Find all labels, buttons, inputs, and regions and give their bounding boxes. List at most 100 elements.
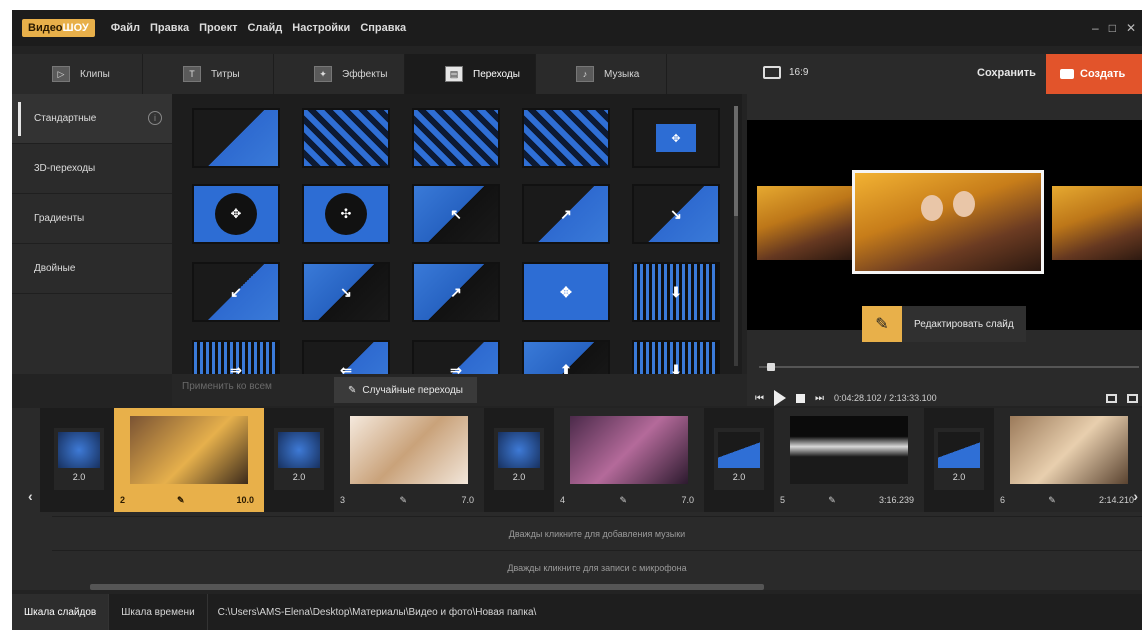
transition-preview xyxy=(938,432,980,468)
transition-thumb[interactable]: ↘ xyxy=(632,184,720,244)
slide-thumbnail xyxy=(1010,416,1128,484)
preview-photo-main xyxy=(852,170,1044,274)
transition-thumb[interactable]: ⬆ xyxy=(522,340,610,374)
pencil-icon[interactable]: ✎ xyxy=(1048,495,1056,506)
tab-titles[interactable]: T Титры xyxy=(143,54,274,94)
chevron-right-icon[interactable]: › xyxy=(1133,488,1138,504)
category-label: 3D-переходы xyxy=(34,163,96,174)
transition-slot[interactable]: 2.0 xyxy=(934,428,984,490)
menu-edit[interactable]: Правка xyxy=(150,22,189,34)
scrollbar-thumb[interactable] xyxy=(734,106,738,216)
minimize-icon[interactable]: ‒ xyxy=(1092,21,1099,35)
apply-to-all-button[interactable]: Применить ко всем xyxy=(182,381,272,392)
window-controls: ‒ □ ✕ xyxy=(1092,21,1136,35)
slide-index: 4 xyxy=(560,495,566,505)
menu-slide[interactable]: Слайд xyxy=(247,22,282,34)
menu-project[interactable]: Проект xyxy=(199,22,237,34)
timeline: ‹ 2.0 2 ✎ 10.0 2.0 3 ✎ 7.0 2.0 4 ✎ 7.0 2.0 5 ✎ 3… xyxy=(12,408,1142,590)
mic-lane[interactable]: Дважды кликните для записи с микрофона xyxy=(52,550,1142,584)
menu-help[interactable]: Справка xyxy=(360,22,406,34)
transition-thumb[interactable] xyxy=(522,108,610,168)
transition-thumb[interactable]: ↙ xyxy=(192,262,280,322)
pencil-icon[interactable]: ✎ xyxy=(399,495,407,506)
transition-slot[interactable]: 2.0 xyxy=(274,428,324,490)
clips-icon: ▷ xyxy=(52,66,70,82)
slide-thumbnail xyxy=(790,416,908,484)
wand-icon: ✎ xyxy=(348,384,357,396)
slide-card[interactable]: 5 ✎ 3:16.239 xyxy=(774,408,924,512)
arrow-icon: ↗ xyxy=(450,283,462,300)
tab-time-scale[interactable]: Шкала времени xyxy=(109,594,208,630)
slide-card[interactable]: 3 ✎ 7.0 xyxy=(334,408,484,512)
seek-bar[interactable] xyxy=(759,363,1139,371)
transition-thumb[interactable] xyxy=(412,108,500,168)
transition-thumb[interactable]: ⬇ xyxy=(632,340,720,374)
tab-slides-scale[interactable]: Шкала слайдов xyxy=(12,594,110,630)
tab-music[interactable]: ♪ Музыка xyxy=(536,54,667,94)
transition-thumb[interactable]: ✥ xyxy=(632,108,720,168)
info-icon[interactable]: i xyxy=(148,111,162,125)
preview-photo-right xyxy=(1052,186,1142,260)
seek-handle[interactable] xyxy=(767,363,775,371)
stop-icon[interactable] xyxy=(796,393,805,403)
transition-thumb[interactable]: ↖ xyxy=(412,184,500,244)
slide-card[interactable]: 6 ✎ 2:14.210 xyxy=(994,408,1142,512)
random-transitions-button[interactable]: ✎ Случайные переходы xyxy=(334,377,477,403)
category-3d[interactable]: 3D-переходы xyxy=(12,144,172,194)
fullscreen-icon[interactable] xyxy=(1127,394,1138,403)
transition-thumb[interactable]: ✥ xyxy=(522,262,610,322)
transition-slot[interactable]: 2.0 xyxy=(714,428,764,490)
transition-thumb[interactable]: ✥ xyxy=(192,184,280,244)
arrow-icon: ↖ xyxy=(450,205,462,222)
previous-icon[interactable]: ⏮ xyxy=(755,393,764,404)
slide-thumbnail xyxy=(130,416,248,484)
music-lane[interactable]: Дважды кликните для добавления музыки xyxy=(52,516,1142,550)
slide-card[interactable]: 4 ✎ 7.0 xyxy=(554,408,704,512)
tab-clips[interactable]: ▷ Клипы xyxy=(12,54,143,94)
transition-thumb[interactable]: ⇒ xyxy=(192,340,280,374)
grid-scrollbar[interactable] xyxy=(734,106,738,366)
slide-index: 5 xyxy=(780,495,786,505)
category-double[interactable]: Двойные xyxy=(12,244,172,294)
tab-label: Эффекты xyxy=(342,68,388,80)
snapshot-icon[interactable] xyxy=(1106,394,1117,403)
transition-thumb[interactable]: ⬇ xyxy=(632,262,720,322)
tab-transitions[interactable]: ▤ Переходы xyxy=(405,54,536,94)
save-button[interactable]: Сохранить xyxy=(977,67,1036,79)
transition-slot[interactable]: 2.0 xyxy=(54,428,104,490)
preview-panel: ✎ Редактировать слайд ⏮ ⏭ 0:04:28.102 / … xyxy=(747,94,1142,406)
timeline-scrollbar[interactable] xyxy=(90,584,764,590)
transition-thumb[interactable]: ✣ xyxy=(302,184,390,244)
pencil-icon[interactable]: ✎ xyxy=(177,495,185,506)
transition-slot[interactable]: 2.0 xyxy=(494,428,544,490)
transition-thumb[interactable]: ↘ xyxy=(302,262,390,322)
tab-label: Титры xyxy=(211,68,240,80)
edit-slide-button[interactable]: ✎ Редактировать слайд xyxy=(862,306,1026,342)
transition-thumb[interactable]: ↗ xyxy=(522,184,610,244)
play-icon[interactable] xyxy=(774,390,786,406)
transition-thumb[interactable]: ⇒ xyxy=(412,340,500,374)
close-icon[interactable]: ✕ xyxy=(1126,21,1136,35)
transition-thumb[interactable]: ⇐ xyxy=(302,340,390,374)
slide-meta: 3 ✎ 7.0 xyxy=(340,495,474,506)
category-gradients[interactable]: Градиенты xyxy=(12,194,172,244)
time-readout: 0:04:28.102 / 2:13:33.100 xyxy=(834,393,937,403)
transition-thumb[interactable] xyxy=(192,108,280,168)
slide-card[interactable]: 2 ✎ 10.0 xyxy=(114,408,264,512)
menu-file[interactable]: Файл xyxy=(111,22,140,34)
tab-effects[interactable]: ✦ Эффекты xyxy=(274,54,405,94)
pencil-icon[interactable]: ✎ xyxy=(619,495,627,506)
pencil-icon[interactable]: ✎ xyxy=(828,495,836,506)
menu-settings[interactable]: Настройки xyxy=(292,22,350,34)
chevron-left-icon[interactable]: ‹ xyxy=(28,488,33,504)
transition-thumb[interactable]: ↗ xyxy=(412,262,500,322)
next-icon[interactable]: ⏭ xyxy=(815,393,824,404)
create-video-button[interactable]: Создать xyxy=(1046,54,1142,94)
transition-thumb[interactable] xyxy=(302,108,390,168)
maximize-icon[interactable]: □ xyxy=(1109,21,1116,35)
category-label: Градиенты xyxy=(34,213,85,224)
random-label: Случайные переходы xyxy=(362,384,463,396)
project-path: C:\Users\AMS-Elena\Desktop\Материалы\Вид… xyxy=(217,606,537,618)
category-standard[interactable]: Стандартные i xyxy=(12,94,172,144)
aspect-ratio-selector[interactable]: 16:9 xyxy=(763,66,808,79)
